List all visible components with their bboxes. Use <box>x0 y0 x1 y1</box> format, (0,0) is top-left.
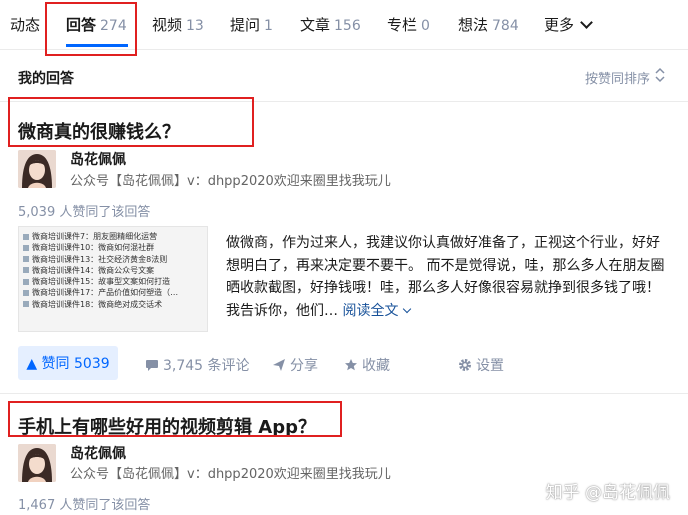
section-title: 我的回答 <box>18 71 74 87</box>
chevron-down-icon <box>403 304 412 313</box>
star-icon <box>345 359 357 371</box>
thumbnail-line: 微商培训课件7：朋友圈精细化运营 <box>23 231 203 242</box>
avatar[interactable] <box>18 444 56 482</box>
answer-thumbnail[interactable]: 微商培训课件7：朋友圈精细化运营 微商培训课件10：微商如何混社群 微商培训课件… <box>18 226 208 332</box>
tab-videos[interactable]: 视频 13 <box>152 14 204 35</box>
author-name[interactable]: 岛花佩佩 <box>70 443 126 463</box>
tab-questions[interactable]: 提问 1 <box>230 14 273 35</box>
tab-count: 1 <box>264 18 273 34</box>
tab-thoughts[interactable]: 想法 784 <box>458 14 519 35</box>
upvote-button[interactable]: ▲ 赞同 5039 <box>18 346 118 380</box>
avatar[interactable] <box>18 150 56 188</box>
author-name[interactable]: 岛花佩佩 <box>70 149 126 169</box>
read-more-button[interactable]: 阅读全文 <box>342 303 412 319</box>
tab-more[interactable]: 更多 <box>544 14 593 35</box>
profile-tabs: 动态 回答 274 视频 13 提问 1 文章 156 专栏 0 想法 784 更多 <box>0 0 688 50</box>
share-button[interactable]: 分享 <box>272 355 318 375</box>
active-tab-indicator <box>66 44 128 47</box>
divider <box>0 101 688 102</box>
tab-articles[interactable]: 文章 156 <box>300 14 361 35</box>
share-icon <box>273 359 285 371</box>
question-title[interactable]: 手机上有哪些好用的视频剪辑 App？ <box>18 413 316 439</box>
tab-count: 0 <box>421 18 430 34</box>
thumbnail-line: 微商培训课件15：故事型文案如何打造 <box>23 276 203 287</box>
thumbnail-line: 微商培训课件17：产品价值如何塑造（… <box>23 287 203 298</box>
thumbnail-line: 微商培训课件18：微商绝对成交话术 <box>23 299 203 310</box>
gear-icon <box>459 359 471 371</box>
comment-icon <box>146 360 158 371</box>
tab-activity[interactable]: 动态 <box>10 14 40 35</box>
author-headline: 公众号【岛花佩佩】v：dhpp2020欢迎来圈里找我玩儿 <box>70 174 391 189</box>
tab-answers[interactable]: 回答 274 <box>66 14 127 35</box>
tab-columns[interactable]: 专栏 0 <box>387 14 430 35</box>
tab-count: 156 <box>334 18 361 34</box>
vote-count: 1,467 人赞同了该回答 <box>18 498 151 513</box>
thumbnail-line: 微商培训课件13：社交经济黄金8法则 <box>23 254 203 265</box>
chevron-down-icon <box>580 16 593 29</box>
divider <box>0 393 688 394</box>
watermark: 知乎 @岛花佩佩 <box>545 483 670 503</box>
avatar-image <box>18 444 56 482</box>
collect-button[interactable]: 收藏 <box>344 355 390 375</box>
avatar-image <box>18 150 56 188</box>
answer-excerpt[interactable]: 做微商，作为过来人，我建议你认真做好准备了，正视这个行业，好好想明白了，再来决定… <box>226 232 670 322</box>
vote-count: 5,039 人赞同了该回答 <box>18 205 151 220</box>
tab-count: 274 <box>100 18 127 34</box>
question-title[interactable]: 微商真的很赚钱么？ <box>18 118 180 144</box>
thumbnail-line: 微商培训课件10：微商如何混社群 <box>23 242 203 253</box>
settings-button[interactable]: 设置 <box>458 355 504 375</box>
tab-count: 784 <box>492 18 519 34</box>
sort-arrows-icon <box>655 67 665 83</box>
sort-button[interactable]: 按赞同排序 <box>585 68 650 87</box>
comments-button[interactable]: 3,745 条评论 <box>145 355 250 375</box>
tab-count: 13 <box>186 18 204 34</box>
author-headline: 公众号【岛花佩佩】v：dhpp2020欢迎来圈里找我玩儿 <box>70 467 391 482</box>
thumbnail-line: 微商培训课件14：微商公众号文案 <box>23 265 203 276</box>
